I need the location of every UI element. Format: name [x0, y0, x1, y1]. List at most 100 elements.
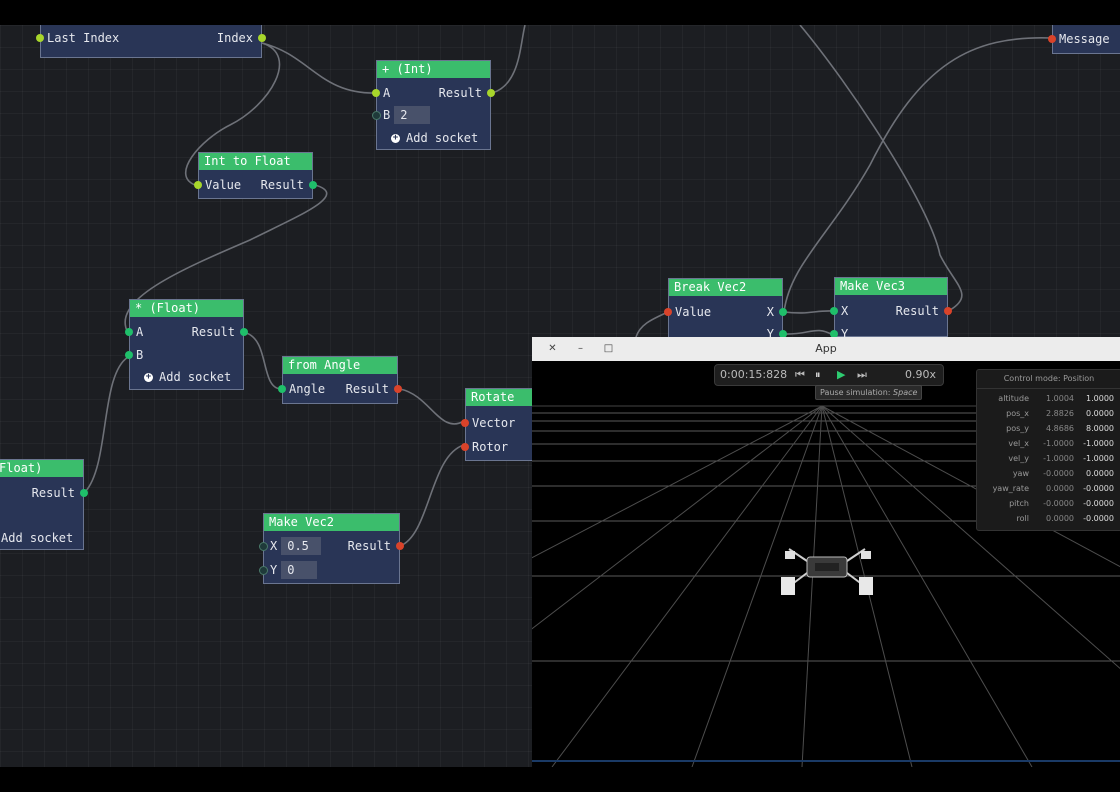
x-value-input[interactable]: 0.5	[281, 537, 322, 555]
result-socket[interactable]	[240, 328, 248, 336]
row-current: -1.0000	[1043, 454, 1074, 463]
row-current: 0.0000	[1046, 514, 1074, 523]
message-socket[interactable]	[1048, 35, 1056, 43]
x-socket[interactable]	[779, 308, 787, 316]
panel-row-yaw: yaw -0.0000 0.0000	[977, 466, 1120, 481]
int-to-float-node[interactable]: Int to Float Value Result	[194, 152, 317, 199]
y-value-input[interactable]: 0	[281, 561, 318, 579]
mul-float-node[interactable]: * (Float) A Result B + Add socket	[125, 299, 248, 390]
result-socket[interactable]	[309, 181, 317, 189]
result-label: Result	[347, 539, 391, 553]
row-key: yaw	[1012, 469, 1029, 478]
value-label: Value	[205, 178, 242, 192]
row-target: 8.0000	[1086, 424, 1114, 433]
value-socket[interactable]	[194, 181, 202, 189]
y-socket[interactable]	[259, 566, 268, 575]
float-partial-node[interactable]: Float) Result Add socket	[0, 459, 88, 550]
panel-row-pos-y: pos_y 4.8686 8.0000	[977, 421, 1120, 436]
row-key: pos_y	[1006, 424, 1029, 433]
node-title: Float)	[0, 460, 83, 477]
result-socket[interactable]	[80, 489, 88, 497]
rotor-label: Rotor	[472, 440, 509, 454]
drone-model	[781, 548, 873, 595]
b-label: B	[136, 348, 144, 362]
row-current: -0.0000	[1043, 499, 1074, 508]
panel-row-roll: roll 0.0000 -0.0000	[977, 511, 1120, 526]
a-socket[interactable]	[125, 328, 133, 336]
speed-value[interactable]: 0.90x	[905, 365, 936, 385]
b-label: B	[383, 108, 391, 122]
result-label: Result	[345, 382, 389, 396]
row-target: -0.0000	[1083, 499, 1114, 508]
value-label: Value	[675, 305, 712, 319]
row-key: altitude	[998, 394, 1029, 403]
row-key: vel_y	[1008, 454, 1029, 463]
x-label: X	[270, 539, 278, 553]
row-current: 4.8686	[1046, 424, 1074, 433]
b-value-input[interactable]: 2	[394, 106, 431, 124]
make-vec3-node[interactable]: Make Vec3 X Result Y	[830, 277, 952, 341]
add-socket-button[interactable]: + Add socket	[391, 128, 478, 148]
row-current: 0.0000	[1046, 484, 1074, 493]
add-socket-button[interactable]: Add socket	[1, 528, 73, 548]
break-vec2-node[interactable]: Break Vec2 Value X Y	[664, 278, 787, 341]
make-vec2-node[interactable]: Make Vec2 X 0.5 Result Y0	[259, 513, 404, 584]
row-current: -1.0000	[1043, 439, 1074, 448]
x-socket[interactable]	[830, 307, 838, 315]
x-socket[interactable]	[259, 542, 268, 551]
result-socket[interactable]	[394, 385, 402, 393]
tooltip-label: Pause simulation	[820, 388, 888, 397]
b-socket[interactable]	[125, 351, 133, 359]
a-label: A	[383, 86, 391, 100]
app-window[interactable]: ✕ – □ App 0:00:15:828 ⏮ ⏸ ▶ ⏭ 0.90x Paus…	[532, 337, 1120, 767]
row-key: vel_x	[1008, 439, 1029, 448]
value-socket[interactable]	[664, 308, 672, 316]
angle-label: Angle	[289, 382, 326, 396]
result-label: Result	[260, 178, 304, 192]
row-key: pos_x	[1006, 409, 1029, 418]
play-icon[interactable]: ▶	[837, 365, 845, 385]
panel-row-vel-x: vel_x -1.0000 -1.0000	[977, 436, 1120, 451]
pause-tooltip: Pause simulation: Space	[815, 385, 923, 400]
rotor-socket[interactable]	[461, 443, 469, 451]
index-socket[interactable]	[258, 34, 266, 42]
add-int-node[interactable]: + (Int) A Result B2 + Add socket	[372, 60, 495, 150]
panel-row-altitude: altitude 1.0004 1.0000	[977, 391, 1120, 406]
add-socket-label: Add socket	[159, 370, 232, 384]
result-socket[interactable]	[396, 542, 404, 550]
fast-forward-icon[interactable]: ⏭	[857, 365, 867, 385]
row-current: 1.0004	[1046, 394, 1074, 403]
row-current: -0.0000	[1043, 469, 1074, 478]
pause-icon[interactable]: ⏸	[815, 365, 821, 385]
row-key: roll	[1016, 514, 1029, 523]
app-titlebar[interactable]: ✕ – □ App	[532, 337, 1120, 362]
panel-row-pitch: pitch -0.0000 -0.0000	[977, 496, 1120, 511]
row-current: 2.8826	[1046, 409, 1074, 418]
result-socket[interactable]	[944, 307, 952, 315]
b-socket[interactable]	[372, 111, 381, 120]
last-index-node[interactable]: Last Index Index	[36, 25, 266, 58]
index-label: Index	[216, 31, 253, 45]
row-target: -0.0000	[1083, 484, 1114, 493]
result-socket[interactable]	[487, 89, 495, 97]
node-title: Make Vec3	[835, 278, 947, 295]
y-label: Y	[270, 563, 278, 577]
skip-back-icon[interactable]: ⏮	[795, 365, 805, 385]
x-label: X	[766, 305, 774, 319]
a-socket[interactable]	[372, 89, 380, 97]
add-socket-label: Add socket	[406, 131, 479, 145]
row-key: yaw_rate	[992, 484, 1029, 493]
node-title: Make Vec2	[264, 514, 399, 531]
node-title: from Angle	[283, 357, 397, 374]
node-title: + (Int)	[377, 61, 490, 78]
add-socket-button[interactable]: + Add socket	[144, 367, 231, 387]
message-node[interactable]: Message	[1048, 25, 1120, 54]
row-target: 0.0000	[1086, 409, 1114, 418]
vector-label: Vector	[472, 416, 516, 430]
angle-socket[interactable]	[278, 385, 286, 393]
node-title: Break Vec2	[669, 279, 782, 296]
x-label: X	[841, 304, 849, 318]
last-index-socket[interactable]	[36, 34, 44, 42]
from-angle-node[interactable]: from Angle Angle Result	[278, 356, 402, 404]
vector-socket[interactable]	[461, 419, 469, 427]
